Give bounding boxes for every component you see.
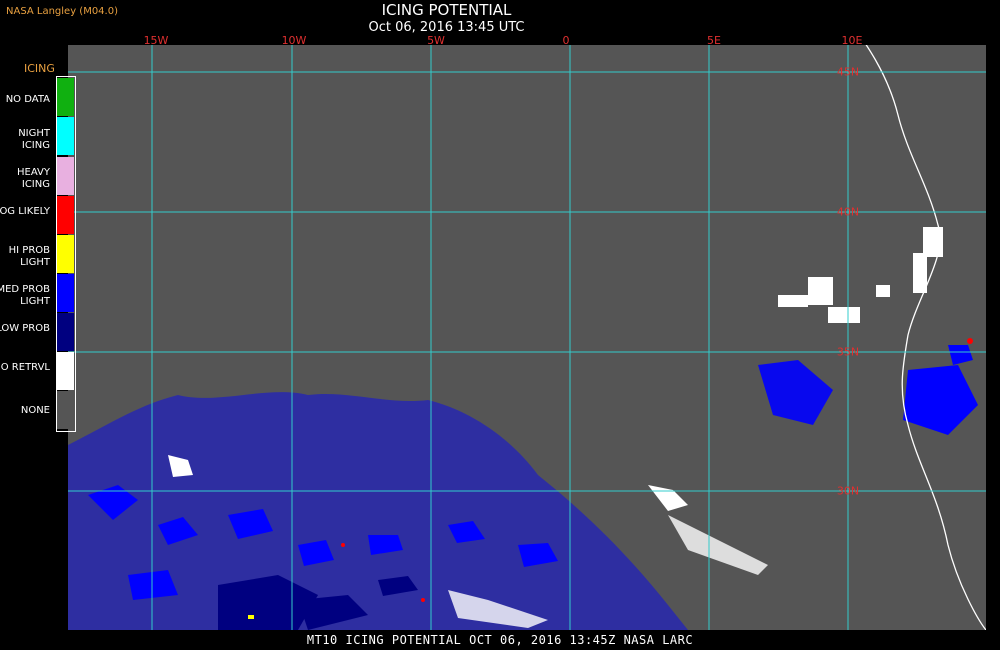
footer-caption: MT10 ICING POTENTIAL OCT 06, 2016 13:45Z… bbox=[306, 633, 694, 647]
legend-label-mog-likely: MOG LIKELY bbox=[0, 206, 50, 217]
legend-label-low-prob: LOW PROB bbox=[0, 323, 50, 334]
map-area[interactable] bbox=[68, 45, 986, 630]
legend-label-no-data: NO DATA bbox=[5, 94, 50, 105]
legend-label-none: NONE bbox=[20, 405, 50, 416]
satellite-map bbox=[68, 45, 986, 630]
legend-swatch-no-data bbox=[57, 78, 74, 116]
lat-label-30n: 30N bbox=[836, 484, 860, 498]
legend-swatch-none bbox=[57, 391, 74, 429]
icing-hi-prob-region bbox=[248, 615, 254, 619]
legend-label-no-retrvl: NO RETRVL bbox=[0, 362, 50, 373]
map-title: ICING POTENTIAL bbox=[381, 1, 512, 19]
lat-label-40n: 40N bbox=[836, 205, 860, 219]
legend-swatch-mog-likely bbox=[57, 196, 74, 234]
legend-swatch-heavy-icing bbox=[57, 157, 74, 195]
legend-label-hi-prob-light: HI PROB LIGHT bbox=[8, 245, 50, 268]
legend-label-med-prob-light: MED PROB LIGHT bbox=[0, 284, 50, 307]
map-timestamp: Oct 06, 2016 13:45 UTC bbox=[368, 20, 525, 35]
legend-label-night-icing: NIGHT ICING bbox=[18, 128, 50, 151]
coastline bbox=[865, 45, 986, 630]
legend-swatch-night-icing bbox=[57, 117, 74, 155]
legend-swatch-med-prob-light bbox=[57, 274, 74, 312]
legend-swatch-hi-prob-light bbox=[57, 235, 74, 273]
legend-label-heavy-icing: HEAVY ICING bbox=[17, 167, 50, 190]
lat-label-45n: 45N bbox=[836, 65, 860, 79]
legend-swatch-no-retrvl bbox=[57, 352, 74, 390]
lat-label-35n: 35N bbox=[836, 345, 860, 359]
legend-title: ICING bbox=[24, 62, 55, 75]
legend-swatch-low-prob bbox=[57, 313, 74, 351]
